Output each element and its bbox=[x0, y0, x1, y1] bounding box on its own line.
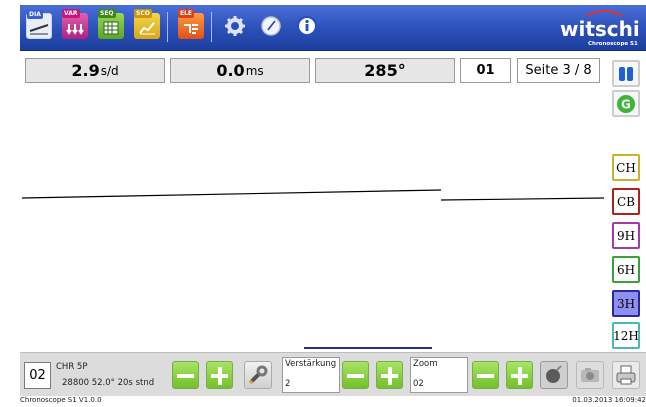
electronics-button[interactable]: ELE bbox=[178, 9, 204, 39]
model-plus-button[interactable] bbox=[206, 361, 233, 389]
print-button[interactable] bbox=[612, 361, 640, 389]
variables-label: VAR bbox=[62, 9, 80, 18]
position-12h-button[interactable]: 12H bbox=[612, 322, 640, 349]
position-value: 01 bbox=[476, 63, 495, 78]
info-button[interactable] bbox=[294, 13, 320, 39]
bottom-bar: 02 CHR 5P 28800 52.0° 20s stnd Verstärku… bbox=[20, 352, 646, 396]
chronoscope-app: DIA VAR SEQ SCO ELE witschi Chronoscope … bbox=[0, 0, 646, 407]
position-6h-button[interactable]: 6H bbox=[612, 256, 640, 283]
score-button[interactable]: SCO bbox=[134, 9, 160, 39]
printer-icon bbox=[616, 365, 636, 385]
zoom-value: 02 bbox=[413, 379, 424, 389]
toolbar: DIA VAR SEQ SCO ELE witschi Chronoscope … bbox=[20, 5, 646, 51]
minus-icon bbox=[177, 374, 194, 378]
pause-button[interactable] bbox=[612, 60, 640, 87]
go-icon: G bbox=[617, 94, 635, 113]
datetime-label: 01.03.2013 16:09:42 bbox=[572, 396, 646, 404]
plus-icon-vertical bbox=[518, 367, 522, 385]
channel-box[interactable]: 02 bbox=[24, 362, 51, 389]
amplitude-value: 285° bbox=[364, 61, 406, 80]
witschi-logo: witschi Chronoscope S1 bbox=[558, 8, 640, 48]
go-button[interactable]: G bbox=[612, 90, 640, 117]
beat-error-readout: 0.0 ms bbox=[170, 58, 310, 83]
camera-icon bbox=[581, 368, 599, 382]
beat-error-value: 0.0 bbox=[216, 61, 245, 80]
gain-plus-button[interactable] bbox=[376, 361, 403, 389]
measurement-bar: 2.9 s/d 0.0 ms 285° 01 Seite 3 / 8 bbox=[20, 56, 605, 84]
pause-icon bbox=[619, 66, 633, 81]
minus-icon bbox=[347, 374, 364, 378]
model-line-1: CHR 5P bbox=[56, 362, 88, 372]
gear-icon bbox=[225, 16, 245, 36]
zoom-label: Zoom bbox=[413, 359, 438, 369]
gain-value: 2 bbox=[285, 379, 291, 389]
plus-icon-vertical bbox=[218, 367, 222, 385]
microphone-icon bbox=[546, 365, 562, 383]
trace-line-right bbox=[440, 197, 604, 201]
position-ch-button[interactable]: CH bbox=[612, 154, 640, 181]
position-9h-button[interactable]: 9H bbox=[612, 222, 640, 249]
trace-line-left bbox=[22, 189, 442, 199]
minus-icon bbox=[477, 374, 494, 378]
witschi-logo-graphic: witschi Chronoscope S1 bbox=[560, 10, 640, 47]
variables-button[interactable]: VAR bbox=[62, 9, 88, 39]
diagram-label: DIA bbox=[27, 10, 43, 19]
wrench-button[interactable] bbox=[244, 361, 272, 389]
sidebar: G CH CB 9H 6H 3H 12H bbox=[608, 56, 646, 352]
amplitude-readout: 285° bbox=[315, 58, 455, 83]
position-marker bbox=[304, 347, 432, 349]
camera-button[interactable] bbox=[576, 361, 604, 389]
zoom-minus-button[interactable] bbox=[472, 361, 499, 389]
svg-text:G: G bbox=[621, 97, 631, 111]
position-3h-button[interactable]: 3H bbox=[612, 290, 640, 317]
rate-readout: 2.9 s/d bbox=[25, 58, 165, 83]
diagram-button[interactable]: DIA bbox=[26, 10, 52, 39]
clock-icon bbox=[261, 16, 281, 36]
logo-text: witschi bbox=[560, 17, 638, 41]
rate-unit: s/d bbox=[100, 63, 119, 78]
gain-field: Verstärkung 2 bbox=[282, 357, 340, 393]
clock-button[interactable] bbox=[258, 13, 284, 39]
position-readout: 01 bbox=[460, 58, 511, 83]
model-line-2: 28800 52.0° 20s stnd bbox=[62, 378, 155, 388]
trace-display bbox=[22, 189, 604, 349]
gain-minus-button[interactable] bbox=[342, 361, 369, 389]
plus-icon-vertical bbox=[388, 367, 392, 385]
sequence-button[interactable]: SEQ bbox=[98, 9, 124, 39]
rate-value: 2.9 bbox=[71, 61, 100, 80]
status-bar: Chronoscope S1 V1.0.0 01.03.2013 16:09:4… bbox=[20, 396, 646, 407]
electronics-label: ELE bbox=[178, 9, 195, 18]
toolbar-separator bbox=[167, 12, 168, 42]
position-cb-button[interactable]: CB bbox=[612, 188, 640, 215]
sequence-label: SEQ bbox=[98, 9, 116, 18]
beat-error-unit: ms bbox=[245, 63, 264, 78]
logo-subtext: Chronoscope S1 bbox=[588, 41, 638, 47]
zoom-plus-button[interactable] bbox=[506, 361, 533, 389]
microphone-button[interactable] bbox=[540, 361, 568, 389]
score-label: SCO bbox=[134, 9, 152, 18]
page-label: Seite 3 / 8 bbox=[525, 63, 592, 78]
wrench-icon bbox=[248, 365, 268, 385]
version-label: Chronoscope S1 V1.0.0 bbox=[20, 396, 102, 404]
gain-label: Verstärkung bbox=[285, 359, 337, 369]
info-icon bbox=[297, 16, 317, 36]
page-indicator: Seite 3 / 8 bbox=[517, 58, 600, 83]
toolbar-separator bbox=[211, 12, 212, 42]
model-minus-button[interactable] bbox=[172, 361, 199, 389]
settings-button[interactable] bbox=[222, 13, 248, 39]
zoom-field: Zoom 02 bbox=[410, 357, 468, 393]
